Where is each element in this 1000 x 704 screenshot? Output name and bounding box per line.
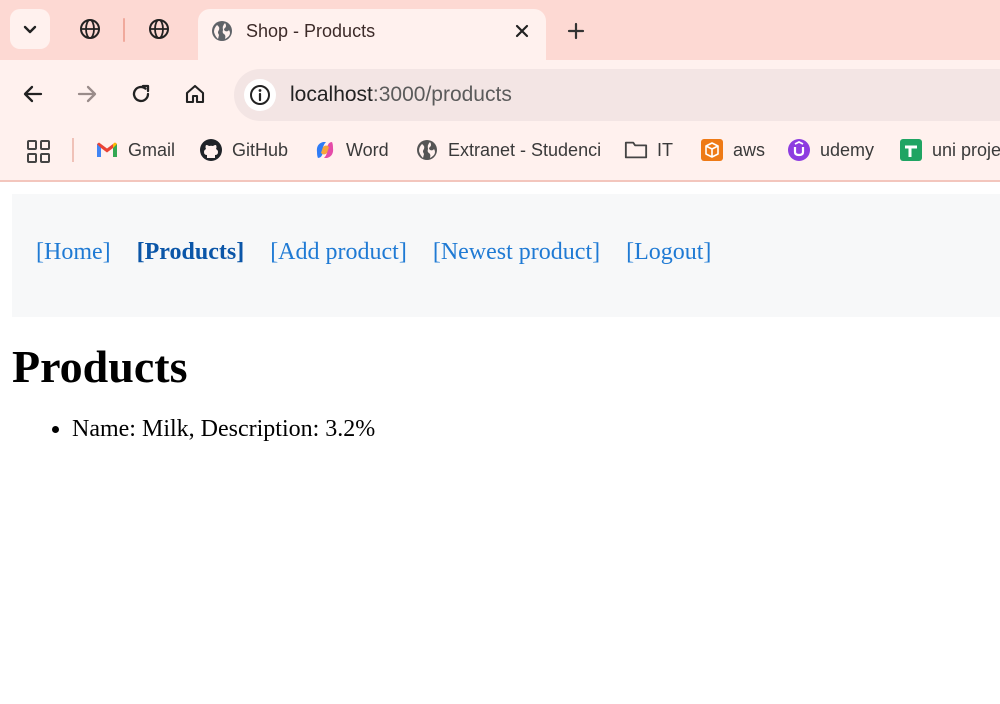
reload-icon — [132, 84, 150, 103]
pinned-tab-1[interactable] — [74, 13, 106, 45]
home-icon — [185, 84, 205, 104]
nav-link-home[interactable]: [Home] — [36, 239, 111, 265]
page-title: Products — [12, 341, 188, 392]
bookmark-label: GitHub — [232, 139, 289, 160]
bookmark-folder-it[interactable]: IT — [624, 136, 673, 164]
folder-icon — [624, 138, 648, 162]
bookmark-gmail[interactable]: Gmail — [95, 136, 175, 164]
bookmark-label: IT — [657, 139, 673, 160]
bookmark-label: aws — [733, 139, 766, 160]
bookmark-label: Word — [346, 139, 389, 160]
nav-link-products[interactable]: [Products] — [137, 239, 245, 265]
tab-divider — [123, 18, 125, 42]
reload-button[interactable] — [123, 76, 159, 112]
bookmarks-divider — [72, 138, 74, 162]
globe-icon — [149, 19, 169, 39]
bookmark-label: Extranet - Studenci — [448, 139, 602, 160]
url-text[interactable]: localhost:3000/products — [290, 83, 512, 107]
chevron-down-icon — [23, 25, 37, 34]
bookmark-label: Gmail — [128, 139, 176, 160]
copilot-icon — [313, 138, 337, 162]
bookmark-uni-projects[interactable]: uni proje — [899, 136, 1000, 164]
bookmark-github[interactable]: GitHub — [199, 136, 288, 164]
tab-title: Shop - Products — [246, 21, 376, 41]
sheets-icon — [899, 138, 923, 162]
bookmarks-bar: Gmail GitHub Word Extranet - Studenci IT… — [0, 130, 1000, 182]
product-list: Name: Milk, Description: 3.2% — [32, 416, 375, 443]
bookmark-aws[interactable]: aws — [700, 136, 765, 164]
browser-toolbar: localhost:3000/products — [0, 60, 1000, 130]
bookmark-extranet[interactable]: Extranet - Studenci — [415, 136, 601, 164]
plus-icon — [567, 22, 585, 40]
close-icon — [515, 24, 529, 38]
info-icon — [250, 85, 270, 105]
new-tab-button[interactable] — [560, 15, 592, 47]
list-item: Name: Milk, Description: 3.2% — [72, 416, 375, 443]
arrow-left-icon — [23, 85, 43, 103]
url-path: :3000/products — [372, 83, 512, 106]
bookmark-label: udemy — [820, 139, 875, 160]
active-tab[interactable]: Shop - Products — [198, 9, 546, 60]
close-tab-button[interactable] — [510, 19, 534, 43]
nav-link-logout[interactable]: [Logout] — [626, 239, 711, 265]
tab-search-button[interactable] — [10, 9, 50, 49]
nav-link-newest-product[interactable]: [Newest product] — [433, 239, 600, 265]
back-button[interactable] — [15, 76, 51, 112]
forward-button[interactable] — [69, 76, 105, 112]
pinned-tab-2[interactable] — [143, 13, 175, 45]
bookmark-udemy[interactable]: udemy — [787, 136, 874, 164]
globe-favicon-icon — [210, 19, 234, 48]
site-navigation: [Home] [Products] [Add product] [Newest … — [12, 194, 1000, 317]
bookmark-label: uni proje — [932, 139, 1000, 160]
tab-strip: Shop - Products — [0, 0, 1000, 60]
address-bar[interactable]: localhost:3000/products — [234, 69, 1000, 121]
arrow-right-icon — [77, 85, 97, 103]
home-button[interactable] — [177, 76, 213, 112]
aws-icon — [700, 138, 724, 162]
udemy-icon — [787, 138, 811, 162]
apps-grid-icon[interactable] — [26, 139, 52, 165]
github-icon — [199, 138, 223, 162]
site-info-button[interactable] — [244, 79, 276, 111]
globe-icon — [415, 138, 439, 162]
url-host: localhost — [290, 83, 373, 106]
globe-icon — [80, 19, 100, 39]
bookmark-word[interactable]: Word — [313, 136, 389, 164]
nav-link-add-product[interactable]: [Add product] — [270, 239, 407, 265]
gmail-icon — [95, 138, 119, 162]
